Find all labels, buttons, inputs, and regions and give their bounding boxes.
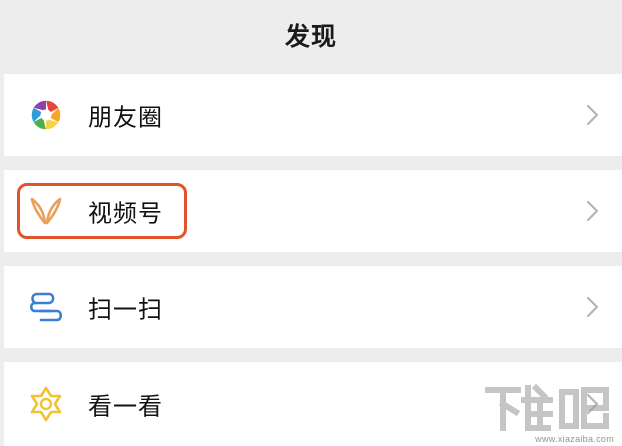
menu-item-label: 视频号: [88, 199, 163, 228]
menu-item-label: 扫一扫: [88, 295, 163, 324]
chevron-right-icon: [586, 104, 600, 126]
chevron-right-icon: [586, 296, 600, 318]
menu-item-channels[interactable]: 视频号: [4, 170, 622, 252]
menu-item-label: 看一看: [88, 392, 163, 421]
menu-item-label: 朋友圈: [88, 103, 163, 132]
watermark-url: www.xiazaiba.com: [535, 434, 614, 444]
discover-page: 发现 朋友圈 视频号 扫一扫 看一看 www.xiazaiba.com: [0, 0, 622, 446]
navigation-bar: 发现: [0, 0, 622, 74]
menu-item-moments[interactable]: 朋友圈: [4, 74, 622, 156]
page-title: 发现: [284, 22, 337, 51]
menu-item-scan[interactable]: 扫一扫: [4, 266, 622, 348]
chevron-right-icon: [586, 393, 600, 415]
scan-icon: [26, 287, 66, 327]
channels-butterfly-icon: [26, 191, 66, 231]
chevron-right-icon: [586, 200, 600, 222]
menu-item-look[interactable]: 看一看: [4, 362, 622, 446]
moments-aperture-icon: [26, 95, 66, 135]
look-star-icon: [26, 384, 66, 424]
